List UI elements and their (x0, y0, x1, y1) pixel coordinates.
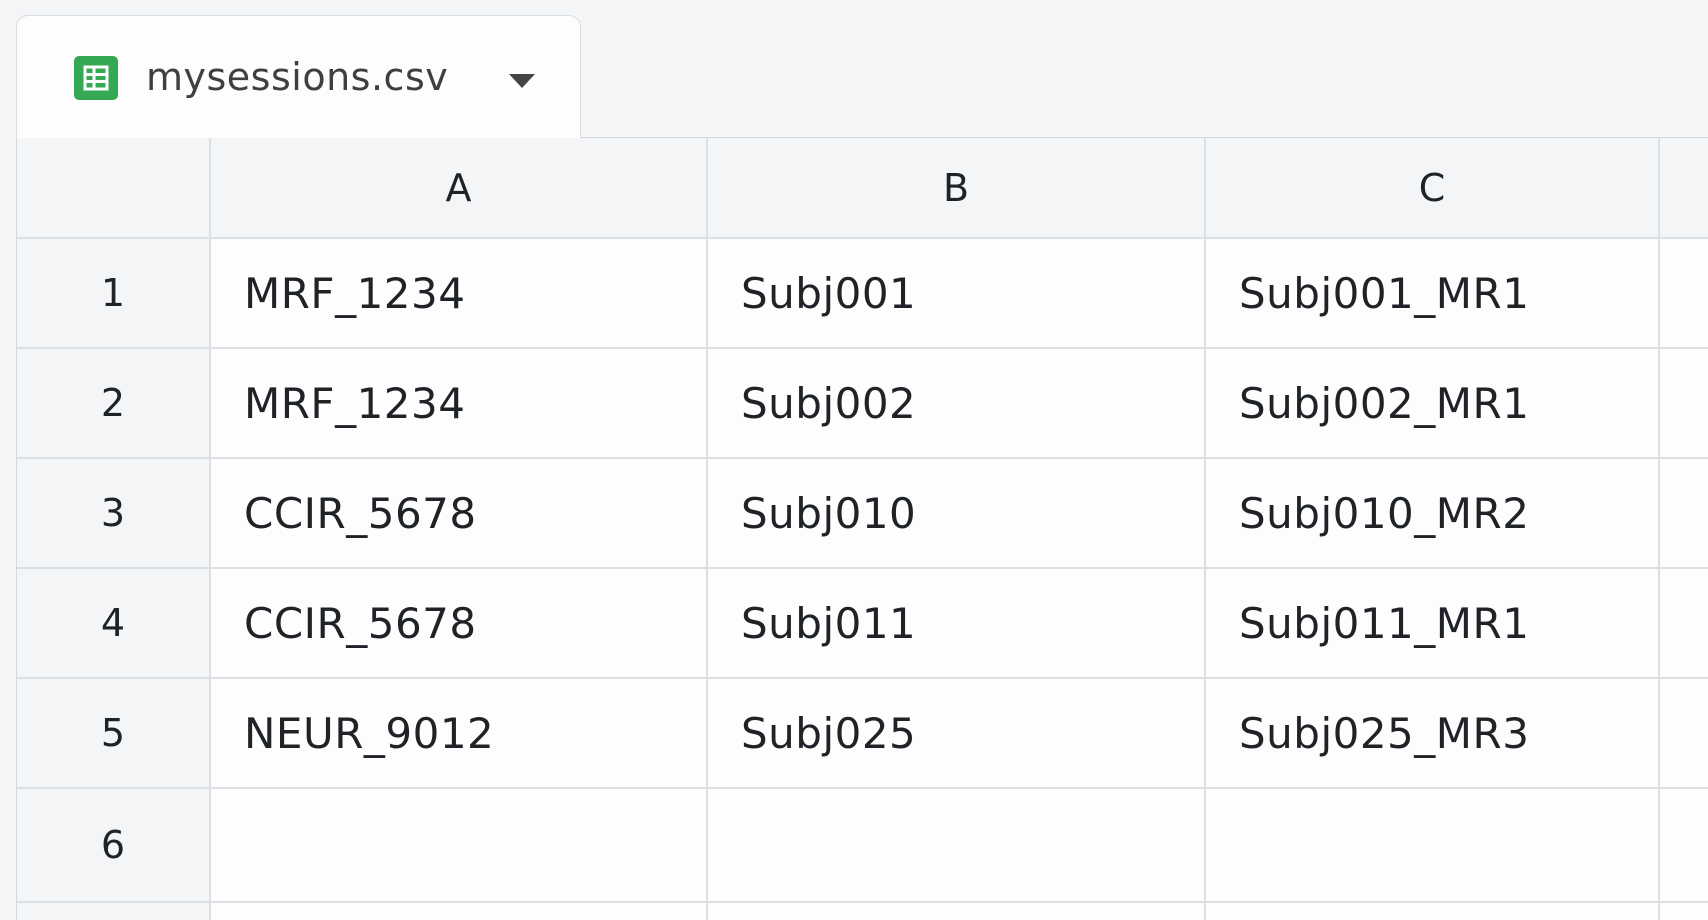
cell-a3[interactable]: CCIR_5678 (210, 458, 708, 569)
cell-a5[interactable]: NEUR_9012 (210, 678, 708, 789)
cell-c5[interactable]: Subj025_MR3 (1205, 678, 1660, 789)
cell-d1[interactable] (1659, 238, 1708, 349)
file-tab[interactable]: mysessions.csv (16, 15, 581, 138)
cell-c2[interactable]: Subj002_MR1 (1205, 348, 1660, 459)
cell-c4[interactable]: Subj011_MR1 (1205, 568, 1660, 679)
row-header[interactable]: 3 (17, 458, 211, 569)
table-row (17, 902, 1708, 920)
select-all-corner[interactable] (17, 138, 211, 239)
cell-b4[interactable]: Subj011 (707, 568, 1206, 679)
cell-c3[interactable]: Subj010_MR2 (1205, 458, 1660, 569)
table-row: 3 CCIR_5678 Subj010 Subj010_MR2 (17, 458, 1708, 569)
cell-b2[interactable]: Subj002 (707, 348, 1206, 459)
column-header-a[interactable]: A (210, 138, 708, 239)
caret-down-icon[interactable] (509, 74, 535, 88)
cell-c1[interactable]: Subj001_MR1 (1205, 238, 1660, 349)
table-row: 5 NEUR_9012 Subj025 Subj025_MR3 (17, 678, 1708, 789)
cell-b7[interactable] (707, 902, 1206, 920)
cell-a4[interactable]: CCIR_5678 (210, 568, 708, 679)
row-header[interactable]: 1 (17, 238, 211, 349)
cell-d4[interactable] (1659, 568, 1708, 679)
cell-c7[interactable] (1205, 902, 1660, 920)
cell-d5[interactable] (1659, 678, 1708, 789)
sheets-icon (74, 56, 118, 100)
column-header-d[interactable] (1659, 138, 1708, 239)
row-header[interactable] (17, 902, 211, 920)
cell-b3[interactable]: Subj010 (707, 458, 1206, 569)
cell-b6[interactable] (707, 788, 1206, 903)
cell-a6[interactable] (210, 788, 708, 903)
table-row: 4 CCIR_5678 Subj011 Subj011_MR1 (17, 568, 1708, 679)
sheet-grid: A B C 1 MRF_1234 Subj001 Subj001_MR1 2 M… (16, 137, 1708, 920)
row-header[interactable]: 5 (17, 678, 211, 789)
row-header[interactable]: 2 (17, 348, 211, 459)
cell-c6[interactable] (1205, 788, 1660, 903)
table-row: 1 MRF_1234 Subj001 Subj001_MR1 (17, 238, 1708, 349)
table-row: 6 (17, 788, 1708, 903)
row-header[interactable]: 6 (17, 788, 211, 903)
column-header-row: A B C (17, 138, 1708, 239)
cell-d6[interactable] (1659, 788, 1708, 903)
spreadsheet-window: mysessions.csv A B C 1 MRF_1234 Subj001 … (0, 0, 1708, 920)
cell-b5[interactable]: Subj025 (707, 678, 1206, 789)
file-name: mysessions.csv (146, 55, 449, 99)
table-row: 2 MRF_1234 Subj002 Subj002_MR1 (17, 348, 1708, 459)
cell-b1[interactable]: Subj001 (707, 238, 1206, 349)
cell-d3[interactable] (1659, 458, 1708, 569)
column-header-b[interactable]: B (707, 138, 1206, 239)
cell-d7[interactable] (1659, 902, 1708, 920)
cell-a1[interactable]: MRF_1234 (210, 238, 708, 349)
column-header-c[interactable]: C (1205, 138, 1660, 239)
cell-d2[interactable] (1659, 348, 1708, 459)
cell-a2[interactable]: MRF_1234 (210, 348, 708, 459)
row-header[interactable]: 4 (17, 568, 211, 679)
cell-a7[interactable] (210, 902, 708, 920)
